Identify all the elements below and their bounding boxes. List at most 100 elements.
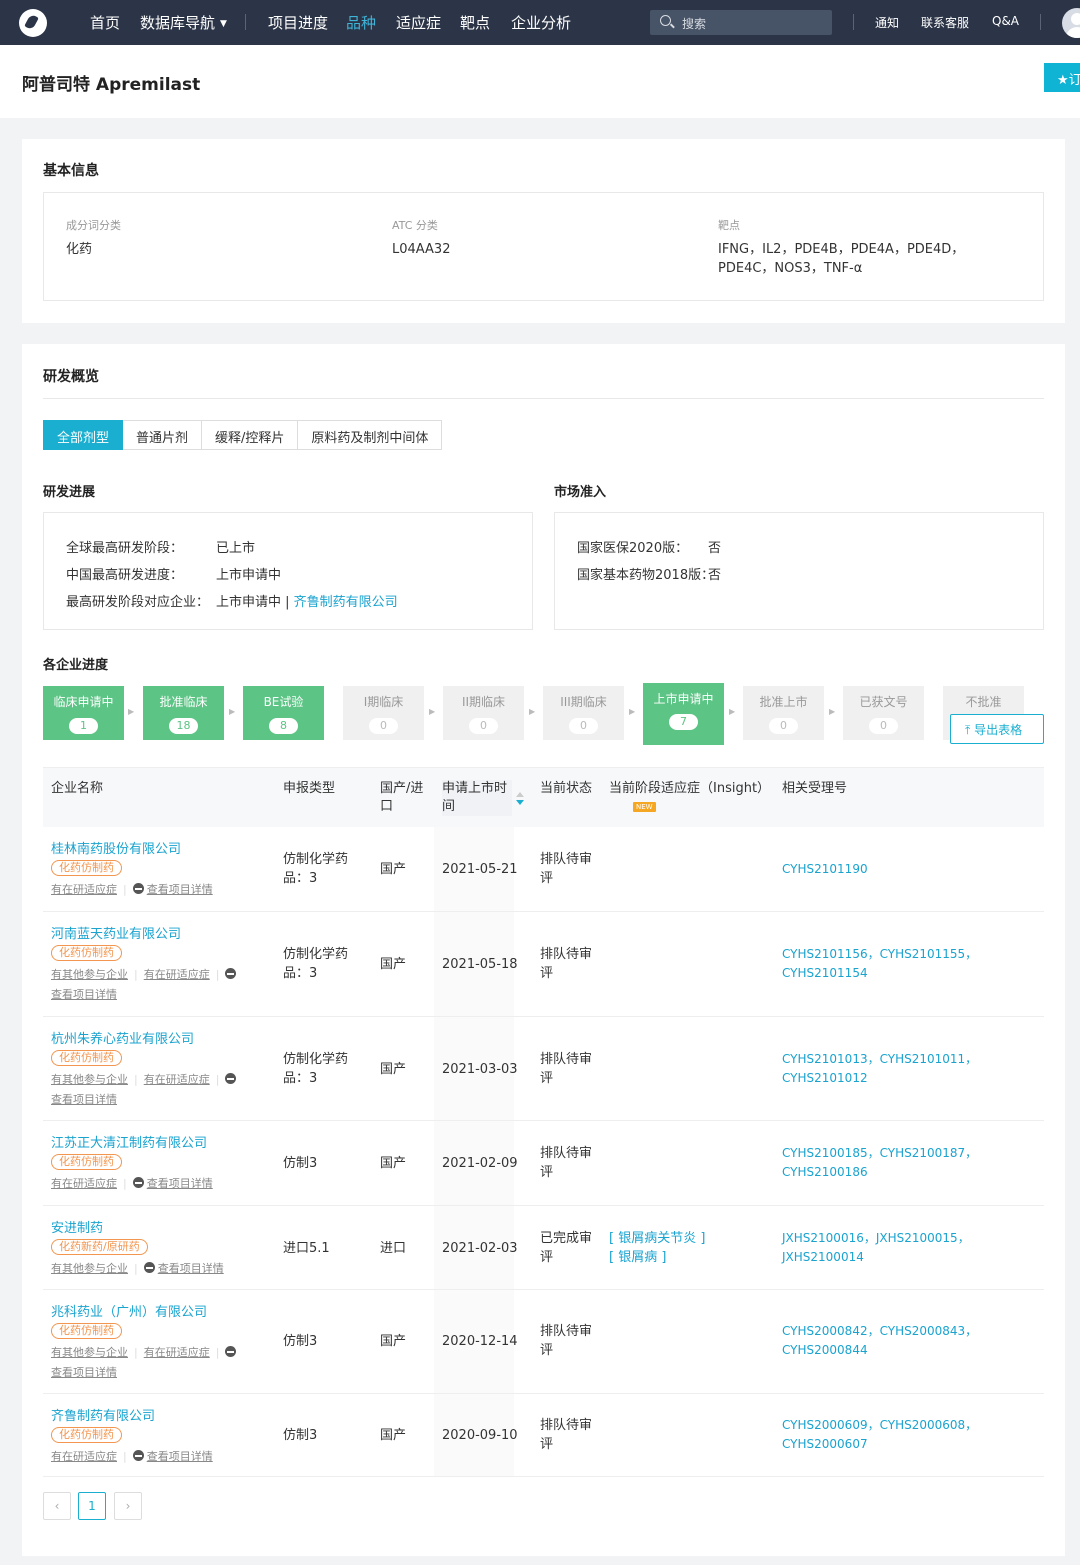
page-title: 阿普司特 Apremilast [22,75,201,95]
nav-item-projects[interactable]: 项目进度 [268,12,328,33]
has-indications-link[interactable]: 有在研适应症 [51,1177,117,1190]
next-page-button[interactable]: › [114,1492,142,1520]
indication-link[interactable]: [ 银屑病 ] [609,1248,666,1267]
stage-license-obtained[interactable]: 已获文号 0 [843,686,924,740]
company-link[interactable]: 河南蓝天药业有限公司 [51,923,181,942]
tab-tablets[interactable]: 普通片剂 [123,420,203,450]
table-row: 江苏正大清江制药有限公司 化药仿制药 有在研适应症 | 查看项目详情 仿制3 国产 … [43,1121,1044,1206]
drug-type-tag: 化药新药/原研药 [51,1239,148,1255]
reg-type: 仿制化学药品：3 [283,947,349,981]
company-link[interactable]: 安进制药 [51,1217,103,1236]
origin: 国产 [380,862,407,877]
prev-page-button[interactable]: ‹ [43,1492,71,1520]
stage-count: 1 [69,718,98,734]
acceptance-numbers[interactable]: CYHS2000609，CYHS2000608，CYHS2000607 [782,1416,982,1454]
search-icon [660,15,671,26]
divider [43,398,1044,399]
view-details-link[interactable]: 查看项目详情 [132,1177,213,1190]
has-indications-link[interactable]: 有在研适应症 [144,968,210,981]
search-input[interactable]: 搜索 [650,10,832,35]
acceptance-numbers[interactable]: CYHS2101190 [782,860,982,879]
chevron-down-icon: ▼ [220,18,227,29]
stage-phase-2[interactable]: II期临床 0 [443,686,524,740]
company-link[interactable]: 齐鲁制药有限公司 [294,595,398,610]
other-companies-link[interactable]: 有其他参与企业 [51,1262,128,1275]
tab-all-forms[interactable]: 全部剂型 [43,420,124,450]
acceptance-numbers[interactable]: CYHS2101013，CYHS2101011，CYHS2101012 [782,1050,982,1088]
acceptance-numbers[interactable]: CYHS2100185，CYHS2100187，CYHS2100186 [782,1144,982,1182]
origin: 国产 [380,1334,407,1349]
progress-key: 中国最高研发进度： [66,568,184,583]
overview-heading: 研发概览 [43,369,99,385]
progress-value: 上市申请中 [216,568,282,583]
tab-sustained-release[interactable]: 缓释/控释片 [202,420,299,450]
col-date[interactable]: 申请上市时间 [442,780,512,816]
reg-type: 仿制3 [283,1334,318,1349]
nav-item-home[interactable]: 首页 [90,12,120,33]
drug-type-tag: 化药仿制药 [51,1154,122,1170]
field-label: ATC 分类 [392,219,438,232]
has-indications-link[interactable]: 有在研适应症 [51,1450,117,1463]
row-actions: 有在研适应症 | 查看项目详情 [51,1447,273,1467]
chevron-right-icon: ▶ [529,707,536,716]
arrow-circle-icon [225,968,237,979]
apply-date: 2021-05-21 [442,862,518,877]
logo-icon[interactable] [19,9,47,37]
status: 排队待审评 [540,1146,593,1180]
progress-key: 全球最高研发阶段： [66,541,184,556]
stage-marketing-application[interactable]: 上市申请中 7 [643,683,724,745]
stage-be-trial[interactable]: BE试验 8 [243,686,324,740]
basic-info-card: 基本信息 成分词分类 化药 ATC 分类 L04AA32 靶点 IFNG，IL2… [22,139,1065,323]
view-details-link[interactable]: 查看项目详情 [132,1450,213,1463]
stage-label: 临床申请中 [53,695,114,709]
col-company: 企业名称 [51,781,104,796]
stage-count: 0 [369,718,398,734]
tab-api[interactable]: 原料药及制剂中间体 [298,420,443,450]
page-1-button[interactable]: 1 [78,1492,106,1520]
acceptance-numbers[interactable]: JXHS2100016，JXHS2100015，JXHS2100014 [782,1229,982,1267]
other-companies-link[interactable]: 有其他参与企业 [51,1073,128,1086]
notifications-link[interactable]: 通知 [875,14,899,31]
has-indications-link[interactable]: 有在研适应症 [51,883,117,896]
nav-item-indications[interactable]: 适应症 [396,12,441,33]
qa-link[interactable]: Q&A [992,14,1019,28]
action-divider: | [134,968,138,981]
stage-phase-1[interactable]: I期临床 0 [343,686,424,740]
view-details-link[interactable]: 查看项目详情 [132,883,213,896]
support-link[interactable]: 联系客服 [921,14,969,31]
company-link[interactable]: 杭州朱养心药业有限公司 [51,1028,194,1047]
nav-item-database[interactable]: 数据库导航 ▼ [140,12,227,33]
other-companies-link[interactable]: 有其他参与企业 [51,968,128,981]
apply-date: 2020-09-10 [442,1428,518,1443]
view-details-link[interactable]: 查看项目详情 [143,1262,224,1275]
export-table-button[interactable]: ⤒ 导出表格 [950,714,1044,744]
view-details-label: 查看项目详情 [51,988,117,1001]
other-companies-link[interactable]: 有其他参与企业 [51,1346,128,1359]
company-link[interactable]: 江苏正大清江制药有限公司 [51,1132,207,1151]
stage-label: 已获文号 [859,695,908,709]
stage-clinical-approved[interactable]: 批准临床 18 [143,686,224,740]
has-indications-link[interactable]: 有在研适应症 [144,1346,210,1359]
indication-link[interactable]: [ 银屑病关节炎 ] [609,1229,705,1248]
stage-approved-marketing[interactable]: 批准上市 0 [743,686,824,740]
acceptance-numbers[interactable]: CYHS2101156，CYHS2101155，CYHS2101154 [782,945,982,983]
table-row: 齐鲁制药有限公司 化药仿制药 有在研适应症 | 查看项目详情 仿制3 国产 2020… [43,1394,1044,1477]
stage-phase-3[interactable]: III期临床 0 [543,686,624,740]
company-link[interactable]: 齐鲁制药有限公司 [51,1405,155,1424]
sort-icon[interactable] [516,792,524,806]
avatar[interactable] [1062,8,1080,38]
nav-item-companies[interactable]: 企业分析 [511,12,571,33]
stage-clinical-application[interactable]: 临床申请中 1 [43,686,124,740]
action-divider: | [215,1073,220,1086]
field-value: 化药 [66,242,93,257]
subscribe-button[interactable]: ★订 [1044,63,1080,92]
company-link[interactable]: 桂林南药股份有限公司 [51,838,181,857]
reg-type: 仿制3 [283,1156,318,1171]
has-indications-link[interactable]: 有在研适应症 [144,1073,210,1086]
nav-item-varieties[interactable]: 品种 [346,12,376,33]
company-link[interactable]: 兆科药业（广州）有限公司 [51,1301,207,1320]
field-label: 成分词分类 [66,219,121,232]
nav-item-targets[interactable]: 靶点 [460,12,490,33]
acceptance-numbers[interactable]: CYHS2000842，CYHS2000843，CYHS2000844 [782,1322,982,1360]
stage-count: 8 [269,718,298,734]
